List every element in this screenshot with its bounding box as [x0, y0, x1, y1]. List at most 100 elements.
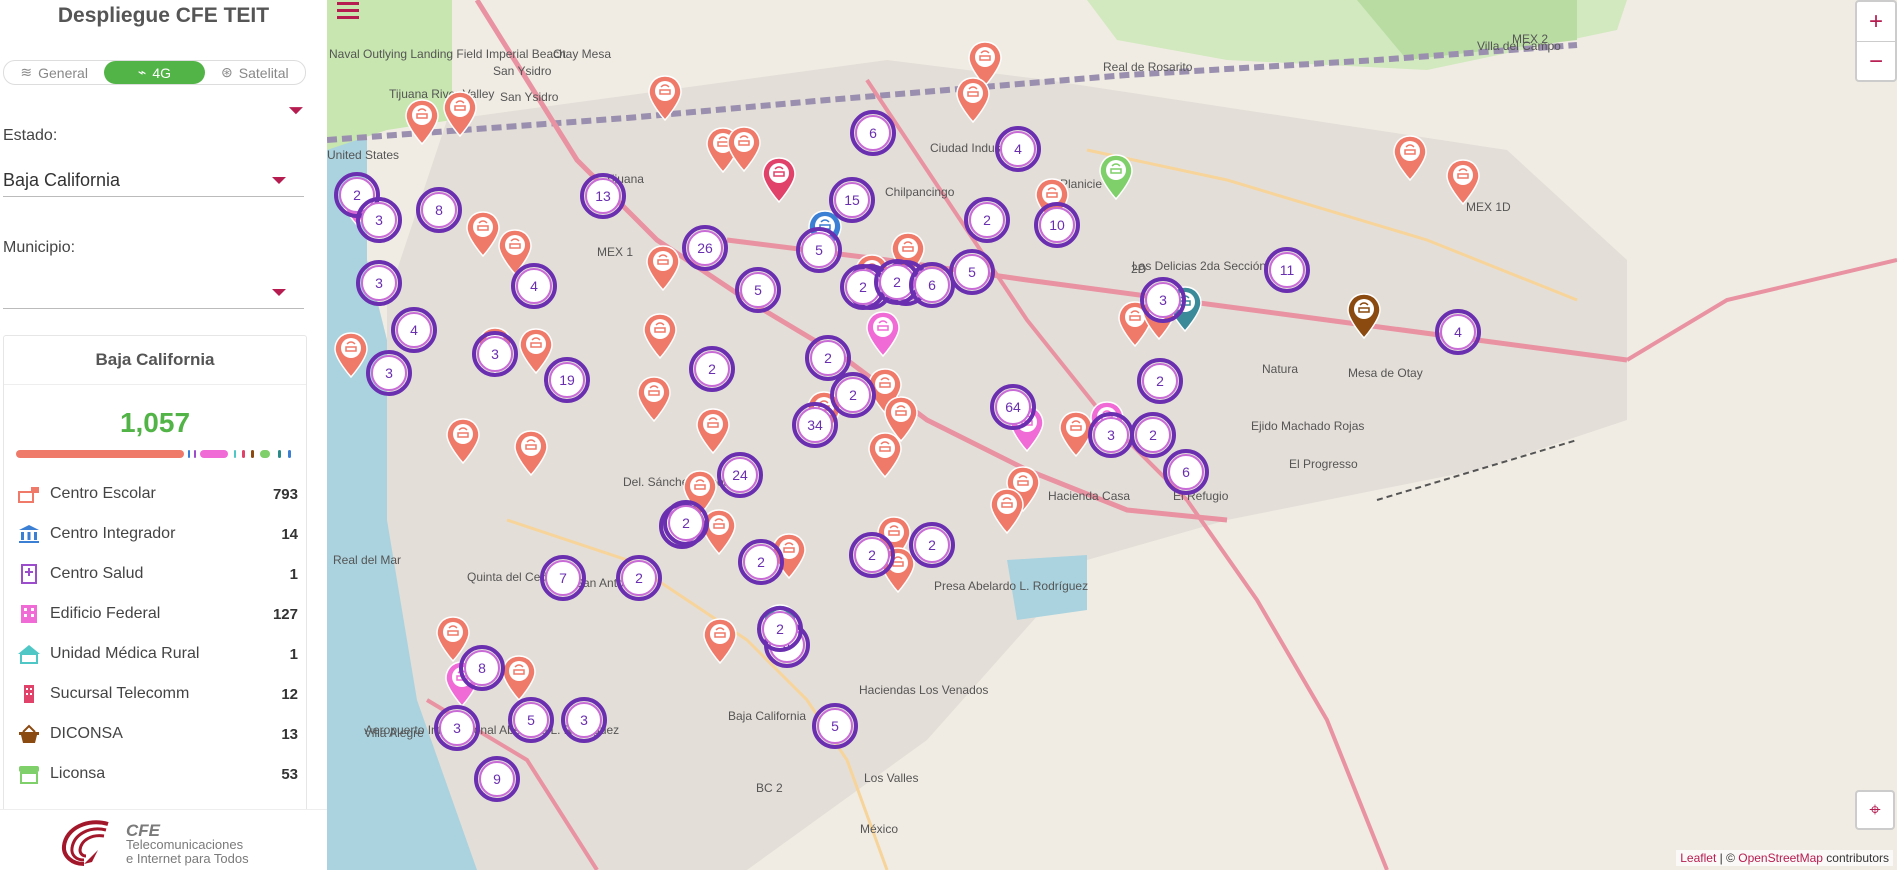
rural-clinic-icon [16, 643, 42, 665]
bar-segment-centro-integrador [188, 450, 190, 458]
category-label: DICONSA [50, 725, 123, 742]
marker-cluster[interactable]: 2 [1130, 412, 1176, 458]
category-row-centro-escolar[interactable]: Centro Escolar 793 [16, 481, 298, 507]
category-distribution-bar [16, 450, 298, 458]
marker-cluster[interactable]: 2 [663, 500, 709, 546]
marker-cluster[interactable]: 2 [689, 346, 735, 392]
crosshair-icon: ⌖ [1869, 799, 1881, 821]
osm-link[interactable]: OpenStreetMap [1738, 851, 1823, 865]
marker-cluster[interactable]: 9 [474, 756, 520, 802]
marker-cluster[interactable]: 64 [990, 384, 1036, 430]
marker-cluster[interactable]: 4 [391, 307, 437, 353]
marker-cluster[interactable]: 6 [909, 262, 955, 308]
zoom-control: + − [1855, 0, 1897, 82]
menu-toggle-button[interactable] [335, 0, 363, 24]
cluster-count: 3 [491, 346, 499, 362]
marker-cluster[interactable]: 2 [849, 532, 895, 578]
marker-cluster[interactable]: 2 [830, 372, 876, 418]
marker-cluster[interactable]: 5 [735, 267, 781, 313]
network-type-toggle[interactable]: ≋ General ⌁ 4G ⊛ Satelital [3, 60, 306, 85]
marker-cluster[interactable]: 19 [544, 357, 590, 403]
marker-cluster[interactable]: 3 [561, 697, 607, 743]
category-row-centro-salud[interactable]: Centro Salud 1 [16, 561, 298, 587]
category-row-unidad-medica-rural[interactable]: Unidad Médica Rural 1 [16, 641, 298, 667]
marker-cluster[interactable]: 3 [1088, 412, 1134, 458]
marker-cluster[interactable]: 4 [511, 263, 557, 309]
marker-cluster[interactable]: 26 [682, 225, 728, 271]
marker-cluster[interactable]: 5 [796, 227, 842, 273]
federal-building-icon [16, 603, 42, 625]
marker-cluster[interactable]: 2 [757, 606, 803, 652]
marker-cluster[interactable]: 13 [580, 173, 626, 219]
summary-total: 1,057 [119, 407, 191, 438]
marker-cluster[interactable]: 6 [1163, 449, 1209, 495]
marker-cluster[interactable]: 8 [416, 187, 462, 233]
site-marker-pin[interactable] [405, 99, 439, 146]
marker-cluster[interactable]: 2 [909, 522, 955, 568]
category-row-liconsa[interactable]: Liconsa 53 [16, 761, 298, 787]
category-row-edificio-federal[interactable]: Edificio Federal 127 [16, 601, 298, 627]
cluster-count: 4 [1014, 141, 1022, 157]
map-place-label: Naval Outlying Landing Field Imperial Be… [329, 47, 566, 61]
category-label: Centro Integrador [50, 525, 176, 542]
marker-cluster[interactable]: 2 [1137, 358, 1183, 404]
toggle-4g-label: 4G [152, 64, 172, 81]
map[interactable]: Otay Mesa San Ysidro San Ysidro Tijuana Riv… [327, 0, 1897, 870]
map-place-label: BC 2 [756, 781, 783, 795]
category-row-centro-integrador[interactable]: Centro Integrador 14 [16, 521, 298, 547]
category-label: Sucursal Telecomm [50, 685, 190, 702]
marker-cluster[interactable]: 5 [812, 703, 858, 749]
municipio-label: Municipio: [3, 239, 76, 256]
filter-clear-icon[interactable]: ⏷ [288, 100, 304, 123]
category-label: Unidad Médica Rural [50, 645, 200, 662]
zoom-out-button[interactable]: − [1857, 42, 1895, 81]
summary-title: Baja California [4, 336, 306, 385]
marker-cluster[interactable]: 6 [850, 110, 896, 156]
marker-cluster[interactable]: 3 [1140, 277, 1186, 323]
marker-cluster[interactable]: 5 [508, 697, 554, 743]
toggle-4g[interactable]: ⌁ 4G [104, 61, 205, 84]
leaflet-link[interactable]: Leaflet [1680, 851, 1716, 865]
map-canvas[interactable]: Otay MesaSan YsidroSan YsidroTijuana Riv… [327, 0, 1897, 870]
marker-cluster[interactable]: 5 [949, 249, 995, 295]
marker-cluster[interactable]: 11 [1264, 247, 1310, 293]
locate-button[interactable]: ⌖ [1855, 790, 1895, 830]
footer-text: CFE Telecomunicaciones e Internet para T… [126, 822, 249, 866]
municipio-select[interactable] [3, 276, 304, 309]
menu-icon-bar [337, 16, 359, 19]
cluster-count: 3 [580, 712, 588, 728]
map-place-label: México [860, 822, 898, 836]
marker-cluster[interactable]: 7 [540, 555, 586, 601]
marker-cluster[interactable]: 3 [356, 260, 402, 306]
zoom-in-button[interactable]: + [1857, 2, 1895, 42]
marker-cluster[interactable]: 2 [805, 335, 851, 381]
cluster-count: 3 [385, 365, 393, 381]
estado-select[interactable]: Baja California [3, 164, 304, 197]
marker-cluster[interactable]: 3 [356, 197, 402, 243]
category-row-diconsa[interactable]: DICONSA 13 [16, 721, 298, 747]
app-title: Despliegue CFE TEIT [57, 4, 270, 27]
marker-cluster[interactable]: 8 [459, 645, 505, 691]
marker-cluster[interactable]: 4 [1435, 309, 1481, 355]
bar-segment-liconsa [260, 450, 270, 458]
marker-cluster[interactable]: 2 [616, 555, 662, 601]
marker-cluster[interactable]: 3 [472, 331, 518, 377]
marker-cluster[interactable]: 4 [995, 126, 1041, 172]
marker-cluster[interactable]: 2 [738, 539, 784, 585]
category-row-sucursal-telecomm[interactable]: Sucursal Telecomm 12 [16, 681, 298, 707]
toggle-satelital[interactable]: ⊛ Satelital [205, 61, 305, 84]
map-place-label: 2D [1131, 262, 1147, 276]
marker-cluster[interactable]: 34 [792, 402, 838, 448]
marker-cluster[interactable]: 15 [829, 177, 875, 223]
layers-icon: ≋ [20, 64, 33, 80]
marker-cluster[interactable]: 3 [434, 705, 480, 751]
cluster-count: 5 [754, 282, 762, 298]
marker-cluster[interactable]: 3 [366, 350, 412, 396]
marker-cluster[interactable]: 24 [717, 452, 763, 498]
toggle-general[interactable]: ≋ General [4, 61, 104, 84]
cluster-count: 5 [831, 718, 839, 734]
marker-cluster[interactable]: 10 [1034, 202, 1080, 248]
marker-cluster[interactable]: 2 [964, 197, 1010, 243]
wifi-router-icon: ⌁ [137, 64, 147, 80]
footer-line1: Telecomunicaciones [126, 837, 244, 852]
